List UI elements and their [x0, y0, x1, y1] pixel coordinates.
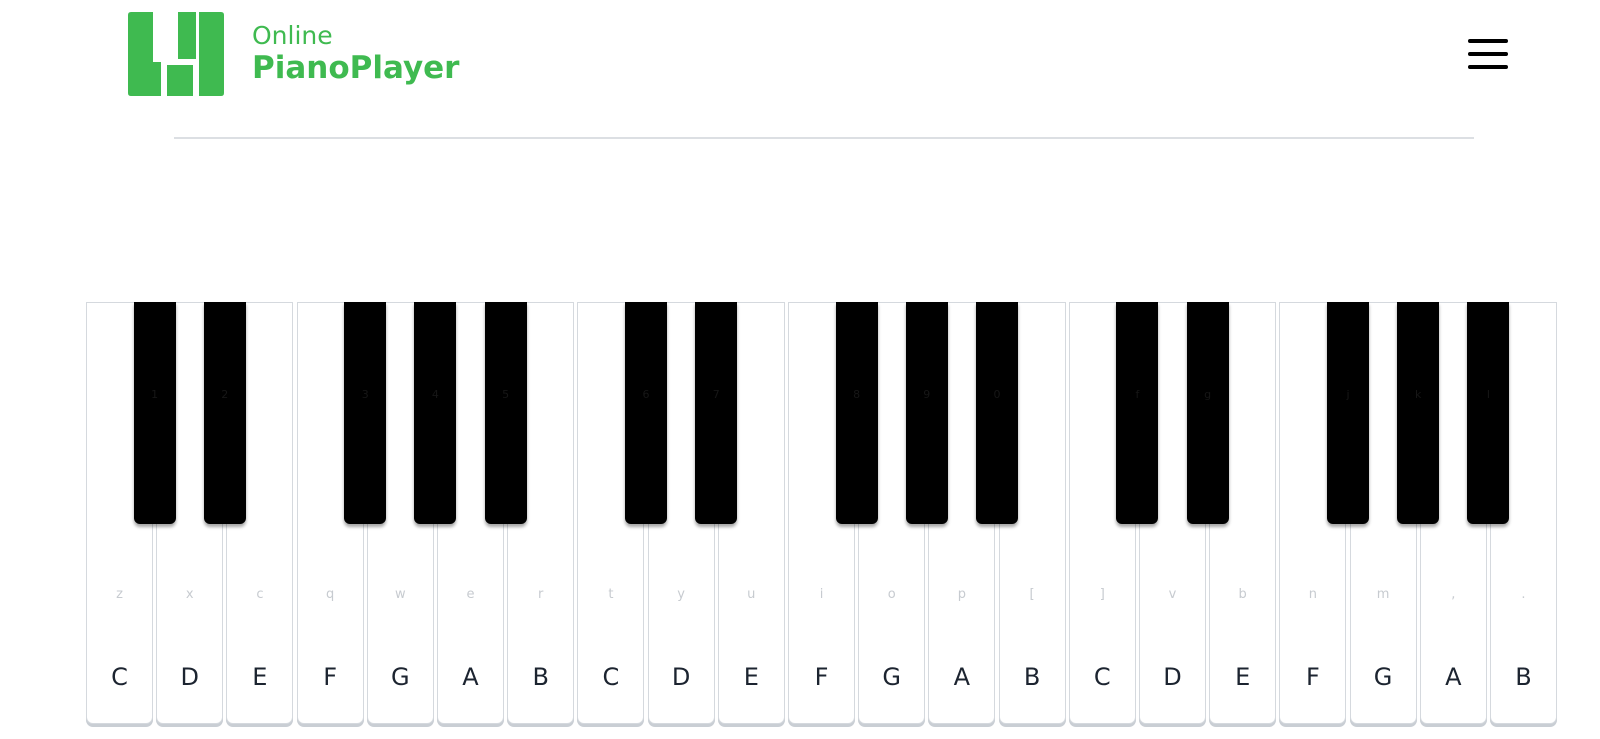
piano-keyboard: z Cx Dc Eq Fw Ge Ar Bt Cy Du Ei Fo Gp A [ B] Cv Db En Fm G, A…	[86, 302, 1562, 727]
note-name-label: C	[111, 663, 128, 691]
key-shortcut-label: q	[325, 587, 335, 602]
note-name-label: E	[1235, 663, 1251, 691]
note-name-label: G	[390, 663, 410, 691]
key-shortcut-label: b	[1238, 587, 1247, 602]
note-name-label: D	[1163, 663, 1182, 691]
black-key[interactable]: 4	[414, 302, 457, 524]
black-key-shortcut-label: f	[1135, 388, 1140, 401]
brand-wordmark: Online PianoPlayer	[252, 20, 460, 86]
site-header: Online PianoPlayer	[0, 0, 1600, 140]
black-key-shortcut-label: 5	[502, 388, 510, 401]
key-shortcut-label: p	[957, 587, 967, 602]
brand-logo-link[interactable]: Online PianoPlayer	[128, 12, 459, 96]
black-key-shortcut-label: 2	[221, 388, 229, 401]
note-name-label: B	[1023, 663, 1041, 691]
note-name-label: G	[1373, 663, 1393, 691]
note-name-label: F	[814, 663, 829, 691]
note-name-label: E	[743, 663, 759, 691]
black-key[interactable]: 9	[905, 302, 948, 524]
key-shortcut-label: ,	[1451, 587, 1456, 602]
note-name-label: F	[323, 663, 337, 691]
note-name-label: C	[1093, 663, 1111, 691]
black-key-shortcut-label: k	[1415, 388, 1422, 401]
black-key[interactable]: 0	[976, 302, 1018, 524]
key-shortcut-label: t	[608, 587, 614, 602]
menu-button[interactable]	[1466, 36, 1512, 76]
note-name-label: B	[1515, 663, 1532, 691]
key-shortcut-label: u	[747, 587, 756, 602]
key-shortcut-label: [	[1029, 587, 1035, 602]
key-shortcut-label: m	[1376, 587, 1390, 602]
note-name-label: G	[882, 663, 901, 691]
black-key[interactable]: 8	[835, 302, 878, 524]
black-key[interactable]: l	[1467, 302, 1510, 524]
key-shortcut-label: n	[1308, 587, 1318, 602]
key-shortcut-label: .	[1521, 587, 1526, 602]
black-key[interactable]: 3	[344, 302, 387, 524]
key-shortcut-label: ]	[1099, 587, 1105, 602]
black-key[interactable]: g	[1186, 302, 1229, 524]
key-shortcut-label: v	[1168, 587, 1177, 602]
black-key-shortcut-label: 7	[712, 388, 720, 401]
black-key-shortcut-label: 4	[431, 388, 439, 401]
note-name-label: A	[1445, 663, 1462, 691]
note-name-label: C	[602, 663, 620, 691]
black-key[interactable]: 2	[203, 302, 246, 524]
brand-line-online: Online	[252, 20, 333, 50]
black-key-shortcut-label: l	[1486, 388, 1490, 401]
note-name-label: F	[1305, 663, 1320, 691]
note-name-label: D	[671, 663, 691, 691]
note-name-label: E	[252, 663, 268, 691]
piano-keys-logo-icon	[128, 12, 224, 96]
black-key[interactable]: k	[1397, 302, 1440, 524]
black-key-shortcut-label: 0	[993, 388, 1001, 401]
black-key[interactable]: 6	[625, 302, 667, 524]
black-key-shortcut-label: j	[1346, 388, 1350, 401]
key-shortcut-label: x	[185, 587, 194, 602]
black-key[interactable]: f	[1116, 302, 1159, 524]
black-key[interactable]: 1	[133, 302, 176, 524]
black-key[interactable]: 7	[695, 302, 738, 524]
key-shortcut-label: c	[256, 587, 264, 602]
hamburger-menu-icon	[1468, 39, 1508, 69]
key-shortcut-label: r	[538, 587, 544, 602]
note-name-label: D	[180, 663, 199, 691]
black-key[interactable]: 5	[484, 302, 527, 524]
note-name-label: A	[462, 663, 479, 691]
key-shortcut-label: z	[116, 587, 123, 602]
black-key-shortcut-label: 3	[361, 388, 369, 401]
black-key-shortcut-label: 9	[923, 388, 931, 401]
black-key-shortcut-label: 1	[151, 388, 159, 401]
key-shortcut-label: o	[887, 587, 896, 602]
key-shortcut-label: y	[677, 587, 685, 602]
key-shortcut-label: i	[819, 587, 824, 602]
black-key-shortcut-label: g	[1204, 388, 1212, 401]
header-divider	[174, 137, 1474, 139]
note-name-label: A	[953, 663, 971, 691]
black-key-shortcut-label: 8	[853, 388, 861, 401]
black-key[interactable]: j	[1327, 302, 1369, 524]
black-key-shortcut-label: 6	[642, 388, 650, 401]
key-shortcut-label: e	[466, 587, 475, 602]
note-name-label: B	[532, 663, 549, 691]
brand-line-pianoplayer: PianoPlayer	[252, 49, 460, 86]
key-shortcut-label: w	[394, 587, 406, 602]
